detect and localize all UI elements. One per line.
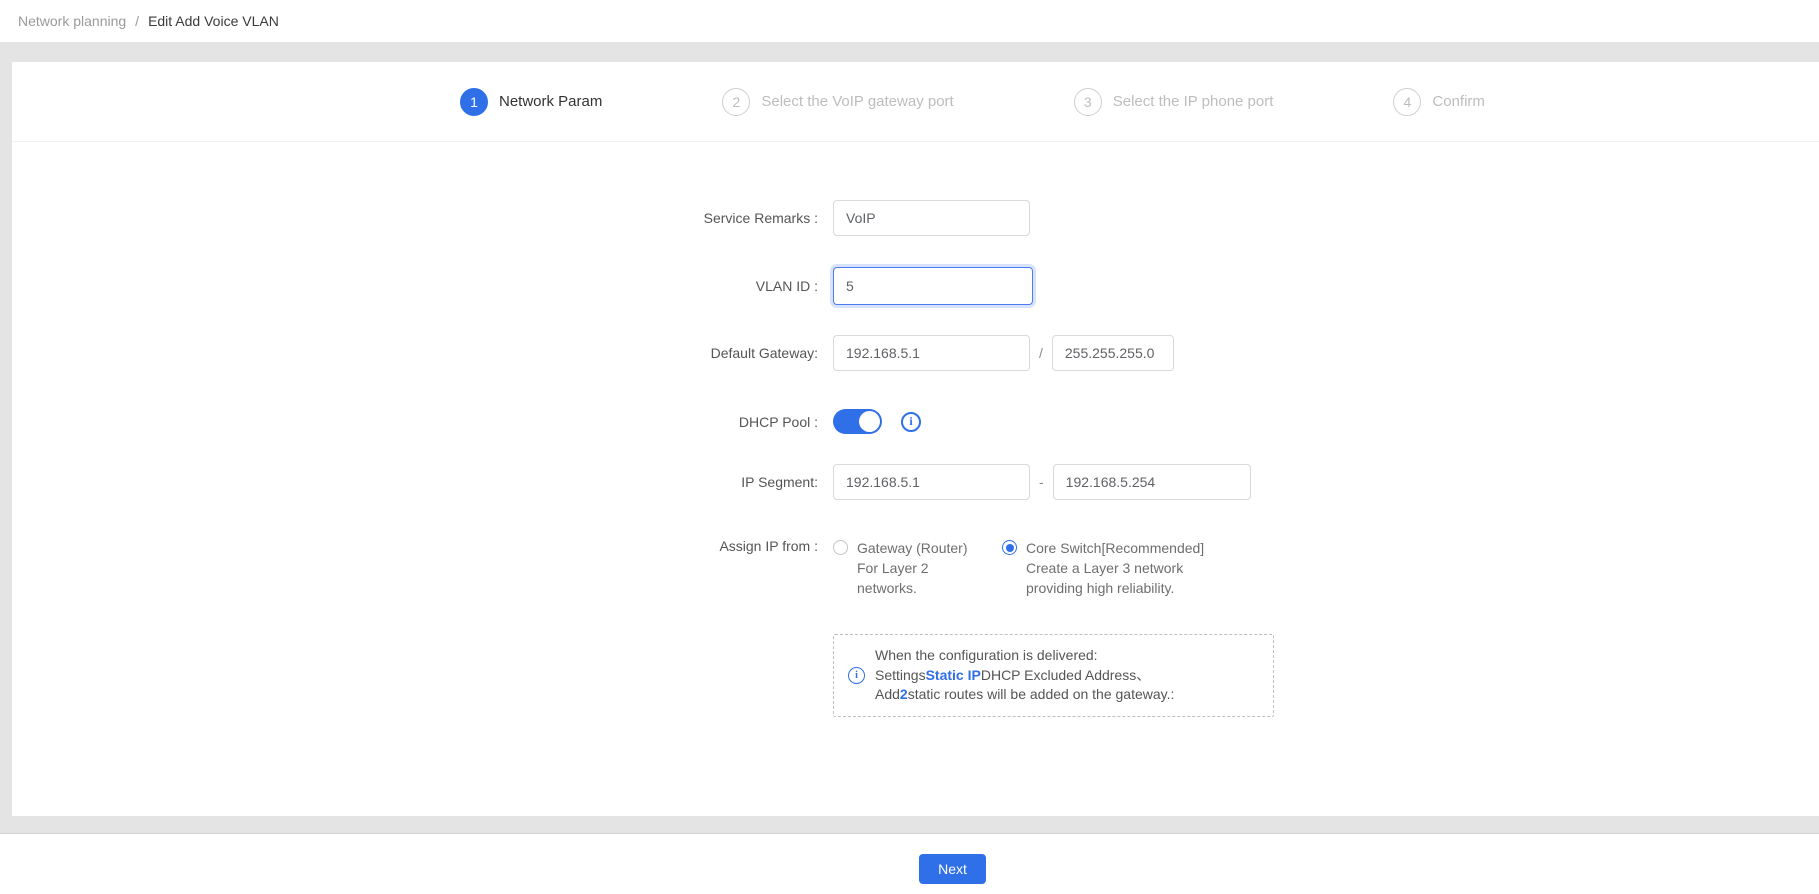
dhcp-pool-row: DHCP Pool : i bbox=[12, 409, 1819, 434]
step-label: Select the IP phone port bbox=[1112, 93, 1274, 110]
notice-line-3: Add2static routes will be added on the g… bbox=[875, 686, 1175, 702]
assign-ip-from-row: Assign IP from : Gateway (Router) For La… bbox=[12, 538, 1819, 598]
radio-unselected-icon[interactable] bbox=[833, 540, 848, 555]
radio-option-core-switch[interactable]: Core Switch[Recommended] Create a Layer … bbox=[1002, 538, 1204, 598]
content-background: 1 Network Param 2 Select the VoIP gatewa… bbox=[0, 42, 1819, 834]
radio-option-text: Gateway (Router) For Layer 2 networks. bbox=[857, 540, 968, 596]
notice-line-1: When the configuration is delivered: bbox=[875, 647, 1098, 663]
step-number-badge: 1 bbox=[460, 87, 488, 116]
step-number-badge: 3 bbox=[1073, 87, 1102, 116]
step-number-badge: 2 bbox=[722, 87, 751, 116]
delivery-notice-box: i When the configuration is delivered: S… bbox=[833, 634, 1274, 717]
dhcp-pool-toggle[interactable] bbox=[833, 409, 882, 434]
step-confirm: 4 Confirm bbox=[1393, 87, 1485, 116]
radio-option-gateway-router[interactable]: Gateway (Router) For Layer 2 networks. bbox=[833, 538, 1002, 598]
vlan-id-label: VLAN ID : bbox=[755, 278, 818, 294]
default-gateway-label: Default Gateway: bbox=[710, 345, 818, 361]
step-network-param: 1 Network Param bbox=[460, 87, 603, 116]
step-number-badge: 4 bbox=[1393, 87, 1422, 116]
route-count-highlight: 2 bbox=[899, 686, 908, 702]
step-select-voip-gateway-port: 2 Select the VoIP gateway port bbox=[722, 87, 954, 116]
service-remarks-row: Service Remarks : bbox=[12, 200, 1819, 236]
gateway-mask-separator: / bbox=[1039, 345, 1043, 361]
toggle-knob bbox=[859, 411, 880, 432]
step-indicator: 1 Network Param 2 Select the VoIP gatewa… bbox=[12, 62, 1819, 142]
ip-segment-label: IP Segment: bbox=[741, 474, 818, 490]
default-gateway-row: Default Gateway: / bbox=[12, 335, 1819, 371]
step-select-ip-phone-port: 3 Select the IP phone port bbox=[1073, 87, 1274, 116]
wizard-card: 1 Network Param 2 Select the VoIP gatewa… bbox=[12, 62, 1819, 816]
network-param-form: Service Remarks : VLAN ID : Default Gate… bbox=[12, 142, 1819, 717]
ip-segment-end-input[interactable] bbox=[1052, 464, 1251, 500]
delivery-notice-text: When the configuration is delivered: Set… bbox=[875, 646, 1174, 705]
notice-line-2: SettingsStatic IPDHCP Excluded Address、 bbox=[875, 666, 1151, 683]
assign-ip-from-label: Assign IP from : bbox=[719, 538, 818, 554]
step-label: Network Param bbox=[499, 93, 603, 110]
service-remarks-input[interactable] bbox=[833, 200, 1030, 236]
vlan-id-row: VLAN ID : bbox=[12, 267, 1819, 305]
radio-option-text: Core Switch[Recommended] Create a Layer … bbox=[1026, 540, 1205, 596]
breadcrumb-parent-link[interactable]: Network planning bbox=[18, 13, 126, 29]
subnet-mask-input[interactable] bbox=[1051, 335, 1174, 371]
info-icon: i bbox=[848, 666, 865, 684]
step-label: Select the VoIP gateway port bbox=[761, 93, 954, 110]
ip-segment-row: IP Segment: - bbox=[12, 464, 1819, 500]
breadcrumb-current-page: Edit Add Voice VLAN bbox=[148, 13, 279, 29]
vlan-id-input[interactable] bbox=[833, 267, 1033, 305]
breadcrumb-separator: / bbox=[135, 13, 140, 29]
footer-bar: Next bbox=[0, 834, 1819, 894]
next-button[interactable]: Next bbox=[919, 854, 986, 884]
default-gateway-ip-input[interactable] bbox=[833, 335, 1030, 371]
service-remarks-label: Service Remarks : bbox=[703, 210, 818, 226]
ip-segment-start-input[interactable] bbox=[833, 464, 1030, 500]
ip-segment-separator: - bbox=[1039, 474, 1044, 490]
page: Network planning / Edit Add Voice VLAN 1… bbox=[0, 0, 1819, 894]
step-label: Confirm bbox=[1432, 93, 1485, 110]
dhcp-pool-label: DHCP Pool : bbox=[738, 413, 818, 430]
info-icon[interactable]: i bbox=[901, 411, 921, 432]
radio-selected-icon[interactable] bbox=[1002, 540, 1017, 555]
static-ip-highlight: Static IP bbox=[925, 666, 981, 683]
breadcrumb: Network planning / Edit Add Voice VLAN bbox=[0, 0, 1819, 42]
